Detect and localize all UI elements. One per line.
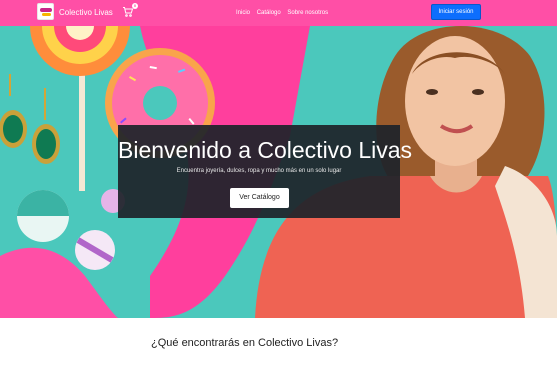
view-catalog-button[interactable]: Ver Catálogo [230, 188, 289, 208]
cart-count-badge: 0 [132, 3, 138, 9]
nav-link-inicio[interactable]: Inicio [236, 9, 250, 17]
logo-icon[interactable] [37, 3, 54, 20]
hero-banner: Bienvenido a Colectivo Livas Encuentra j… [0, 26, 557, 318]
nav-link-catalogo[interactable]: Catálogo [257, 9, 281, 17]
nav-links: Inicio Catálogo Sobre nosotros [236, 9, 333, 17]
brand-name[interactable]: Colectivo Livas [59, 8, 113, 18]
section-title: ¿Qué encontrarás en Colectivo Livas? [151, 337, 339, 349]
nav-link-sobre-nosotros[interactable]: Sobre nosotros [287, 9, 328, 17]
hero-subtitle: Encuentra joyería, dulces, ropa y mucho … [176, 168, 342, 174]
hero-overlay: Bienvenido a Colectivo Livas Encuentra j… [118, 125, 413, 218]
login-button[interactable]: Iniciar sesión [431, 4, 481, 20]
navbar: Colectivo Livas 0 Inicio Catálogo Sobre … [0, 0, 557, 26]
hero-title: Bienvenido a Colectivo Livas [118, 137, 413, 163]
